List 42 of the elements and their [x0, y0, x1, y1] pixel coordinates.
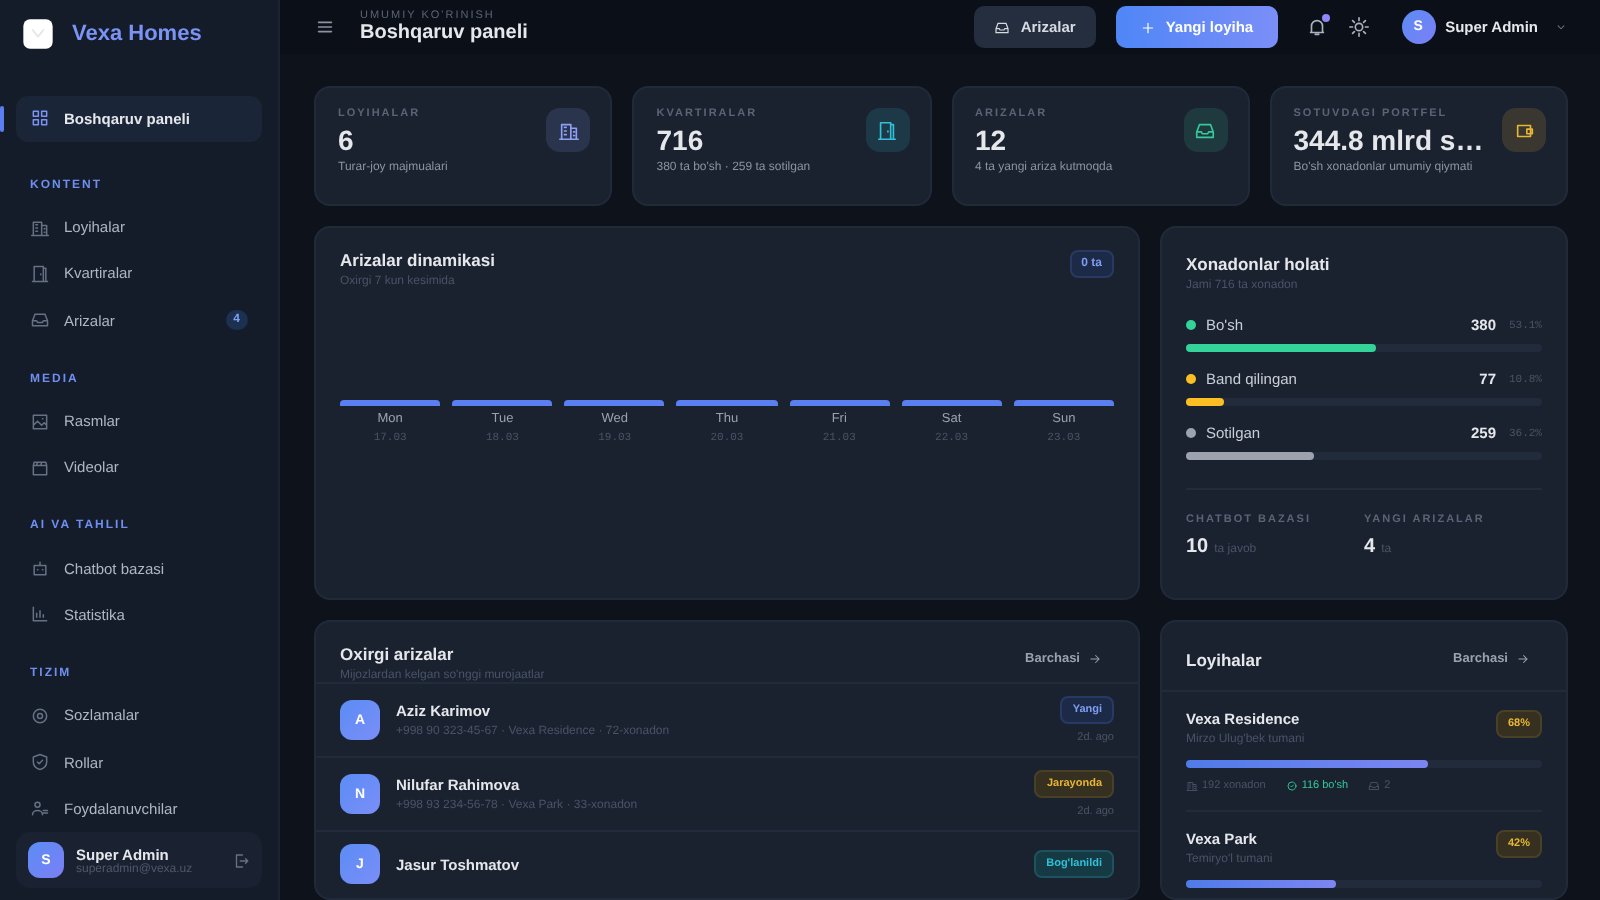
- card-title: Xonadonlar holati: [1186, 254, 1332, 274]
- logo-icon: [22, 18, 54, 51]
- card-title: Arizalar dinamikasi: [340, 250, 495, 270]
- door-icon: [30, 263, 50, 284]
- shield-icon: [30, 752, 50, 773]
- bar-drawing: [901, 400, 1002, 406]
- check-circle-icon: [1285, 780, 1298, 792]
- brand-name: Vexa Homes: [72, 22, 202, 47]
- inbox-icon: [30, 310, 50, 331]
- card-title: Oxirgi arizalar: [340, 644, 456, 664]
- menu-icon[interactable]: [314, 16, 336, 38]
- building-icon: [1186, 780, 1198, 792]
- bar-drawing: [789, 400, 890, 406]
- users-icon: [30, 798, 50, 819]
- metric-value: 10: [1186, 536, 1209, 558]
- sun-icon[interactable]: [1347, 16, 1370, 38]
- inbox-icon: [1368, 780, 1381, 792]
- arrow-right-icon: [1088, 652, 1102, 666]
- robot-icon: [30, 558, 50, 579]
- stat-value: 6: [338, 124, 356, 156]
- bar-drawing: [452, 400, 553, 406]
- bar-drawing: [564, 400, 665, 406]
- arrow-right-icon: [1516, 652, 1530, 666]
- logout-icon[interactable]: [232, 851, 250, 870]
- image-icon: [30, 411, 50, 432]
- plus-icon: [1139, 19, 1156, 35]
- bar-chart-icon: [30, 604, 50, 625]
- stat-value: 716: [656, 124, 706, 156]
- metric-value: 4: [1364, 536, 1376, 558]
- grid-icon: [30, 108, 50, 129]
- inbox-icon: [994, 19, 1011, 35]
- card-title: Loyihalar: [1186, 649, 1262, 669]
- building-icon: [30, 217, 50, 238]
- page-title: Boshqaruv paneli: [360, 22, 528, 44]
- stat-value: 344.8 mlrd s…: [1293, 124, 1486, 156]
- bar-drawing: [1013, 400, 1114, 406]
- bell-icon[interactable]: [1305, 16, 1328, 38]
- bar-drawing: [340, 400, 441, 406]
- stat-value: 12: [975, 124, 1009, 156]
- clapperboard-icon: [30, 457, 50, 478]
- chevron-down-icon[interactable]: [1554, 20, 1568, 34]
- bar-drawing: [676, 400, 778, 406]
